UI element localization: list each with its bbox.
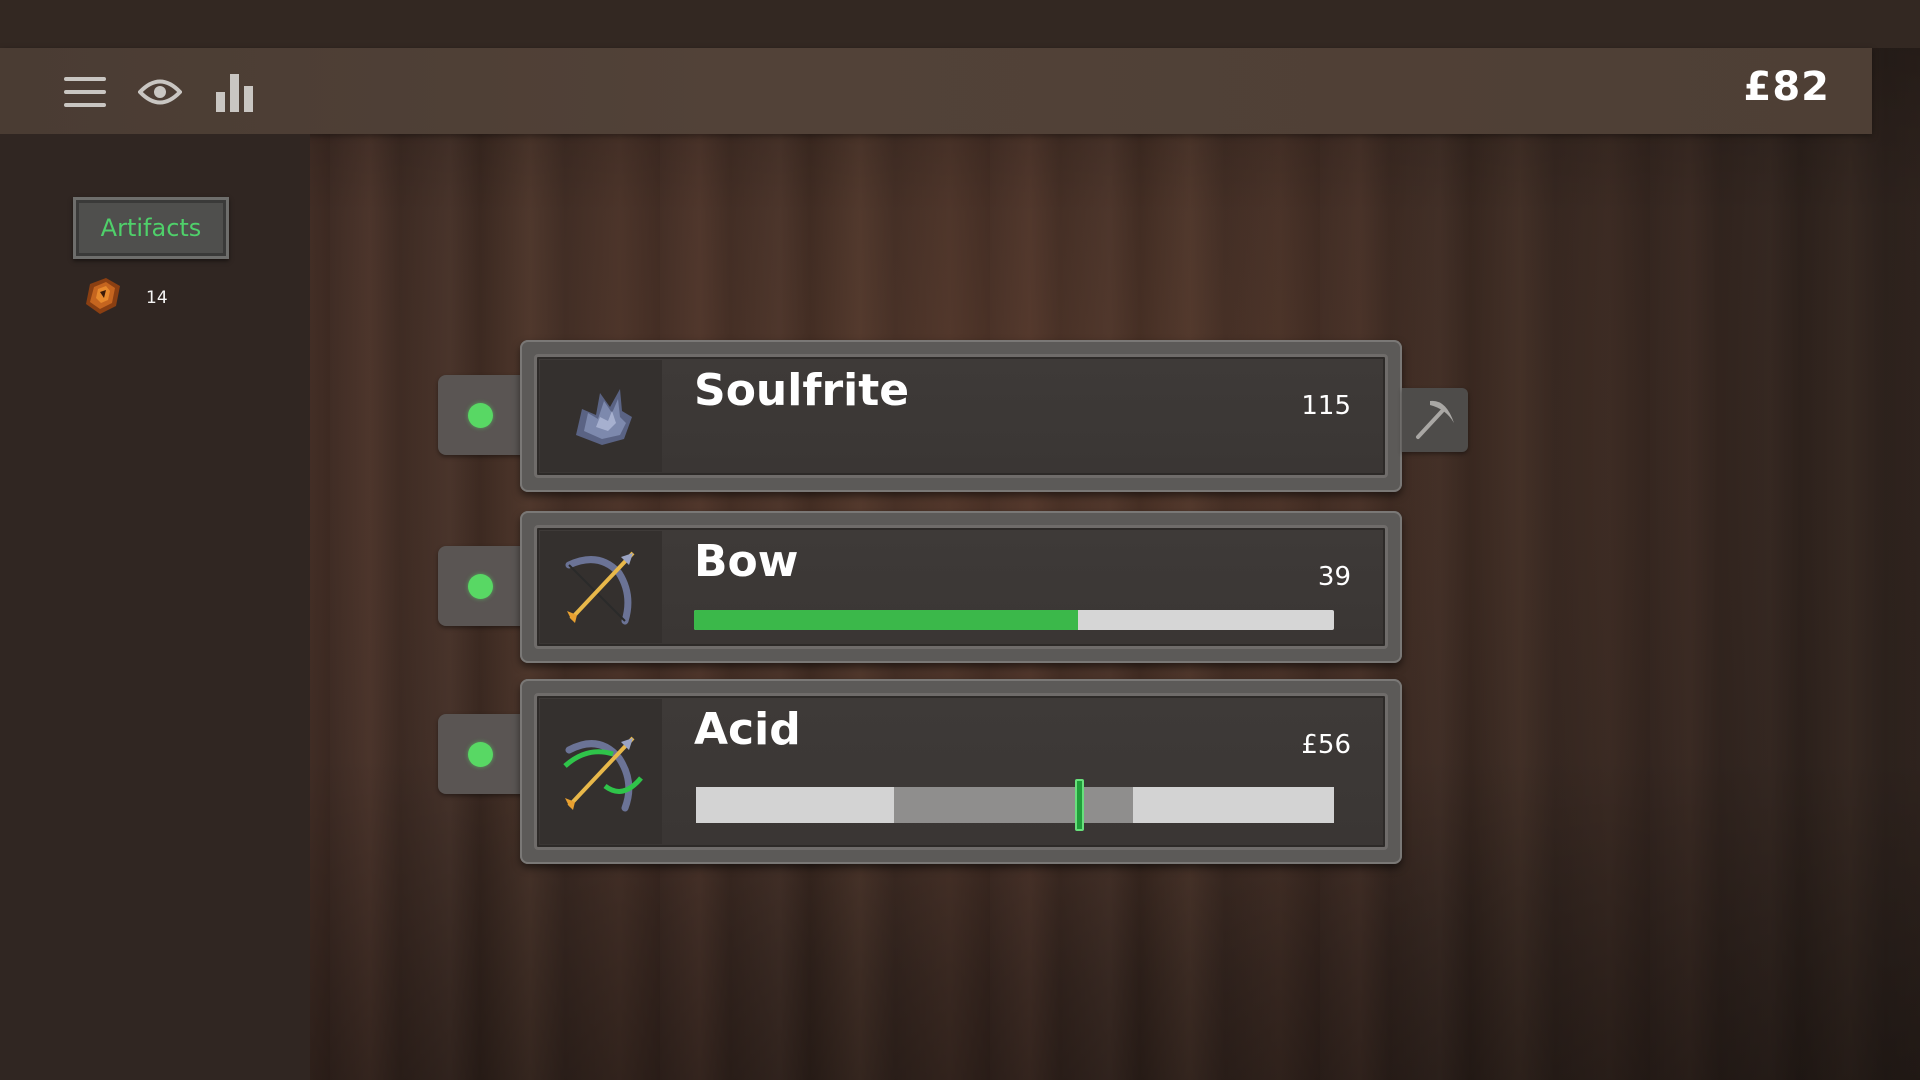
bow-icon bbox=[559, 543, 643, 631]
slider-range bbox=[893, 787, 1134, 823]
item-value: 115 bbox=[1301, 391, 1351, 421]
active-indicator bbox=[468, 742, 493, 767]
item-panel-inner: Acid £56 bbox=[534, 693, 1388, 850]
menu-icon[interactable] bbox=[63, 70, 107, 114]
item-name: Acid bbox=[694, 704, 801, 755]
toggle-soulfrite[interactable] bbox=[438, 375, 528, 455]
resource-count: 14 bbox=[146, 288, 168, 308]
sidebar: Artifacts 14 bbox=[0, 134, 310, 1080]
resource-row: 14 bbox=[80, 274, 168, 322]
soulfrite-ore-icon bbox=[562, 375, 640, 457]
mine-button[interactable] bbox=[1402, 388, 1468, 452]
eye-icon[interactable] bbox=[138, 70, 182, 114]
pickaxe-icon bbox=[1412, 395, 1458, 445]
acid-bow-icon bbox=[557, 726, 645, 818]
slider-handle[interactable] bbox=[1074, 779, 1084, 831]
active-indicator bbox=[468, 574, 493, 599]
active-indicator bbox=[468, 403, 493, 428]
currency-display: £82 bbox=[1743, 64, 1830, 110]
artifact-shard-icon bbox=[80, 274, 124, 322]
top-strip bbox=[0, 0, 1920, 48]
item-value: £56 bbox=[1301, 730, 1351, 760]
item-panel: Acid £56 bbox=[520, 679, 1402, 864]
item-panel: Bow 39 bbox=[520, 511, 1402, 663]
range-slider[interactable] bbox=[696, 779, 1334, 831]
item-value: 39 bbox=[1317, 562, 1351, 592]
progress-fill bbox=[694, 610, 1078, 630]
item-icon-box bbox=[540, 531, 662, 643]
item-panel-inner: Soulfrite 115 bbox=[534, 354, 1388, 478]
bar-chart-icon[interactable] bbox=[213, 70, 257, 114]
item-panel-inner: Bow 39 bbox=[534, 525, 1388, 649]
item-row-bow: Bow 39 bbox=[438, 511, 1402, 663]
item-icon-box bbox=[540, 360, 662, 472]
top-bar: £82 bbox=[0, 48, 1872, 134]
item-name: Soulfrite bbox=[694, 365, 910, 416]
item-panel: Soulfrite 115 bbox=[520, 340, 1402, 492]
toggle-bow[interactable] bbox=[438, 546, 528, 626]
item-icon-box bbox=[540, 699, 662, 844]
tab-artifacts[interactable]: Artifacts bbox=[73, 197, 229, 259]
item-row-soulfrite: Soulfrite 115 bbox=[438, 340, 1402, 492]
progress-bar bbox=[694, 610, 1334, 630]
item-row-acid: Acid £56 bbox=[438, 679, 1402, 864]
item-name: Bow bbox=[694, 536, 799, 587]
toggle-acid[interactable] bbox=[438, 714, 528, 794]
